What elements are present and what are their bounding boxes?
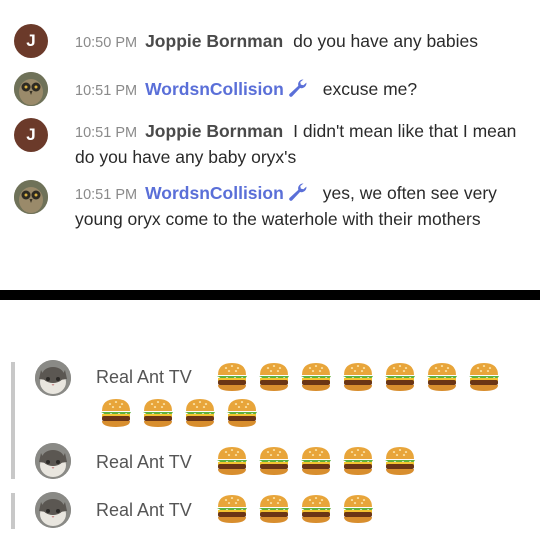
message-group-bar <box>11 445 15 479</box>
hamburger-icon <box>383 360 417 394</box>
burger-emoji-group <box>215 492 535 533</box>
burger-emoji-group <box>215 360 535 401</box>
hamburger-icon <box>215 492 249 526</box>
hamburger-icon <box>341 360 375 394</box>
hamburger-icon <box>257 360 291 394</box>
message-text: I didn't mean like that I mean do you ha… <box>75 121 517 167</box>
hamburger-icon <box>141 396 175 430</box>
hamburger-icon <box>299 444 333 478</box>
avatar[interactable] <box>35 492 71 528</box>
message-timestamp: 10:51 PM <box>75 83 138 99</box>
message-timestamp: 10:51 PM <box>75 125 138 141</box>
avatar[interactable] <box>35 443 71 479</box>
message-timestamp: 10:51 PM <box>75 187 138 203</box>
hamburger-icon <box>183 396 217 430</box>
message-timestamp: 10:50 PM <box>75 35 138 51</box>
wrench-icon <box>287 182 309 202</box>
message-group-bar <box>11 493 15 529</box>
hamburger-icon <box>215 444 249 478</box>
hamburger-icon <box>99 396 133 430</box>
cat-avatar-icon <box>35 443 71 479</box>
wrench-icon <box>287 78 309 98</box>
hamburger-icon <box>299 492 333 526</box>
username[interactable]: Real Ant TV <box>96 452 192 473</box>
owl-avatar-icon <box>14 72 48 106</box>
avatar[interactable]: J <box>14 24 48 58</box>
avatar[interactable] <box>14 180 48 214</box>
burger-emoji-group <box>99 396 419 437</box>
username[interactable]: Real Ant TV <box>96 500 192 521</box>
top-chat-log: J 10:50 PM Joppie Bornman do you have any … <box>0 0 540 290</box>
hamburger-icon <box>425 360 459 394</box>
divider <box>0 290 540 300</box>
hamburger-icon <box>383 444 417 478</box>
hamburger-icon <box>341 444 375 478</box>
owl-avatar-icon <box>14 180 48 214</box>
avatar[interactable]: J <box>14 118 48 152</box>
burger-emoji-group <box>215 444 535 485</box>
cat-avatar-icon <box>35 492 71 528</box>
hamburger-icon <box>467 360 501 394</box>
username[interactable]: Real Ant TV <box>96 367 192 388</box>
message-text: excuse me? <box>322 79 418 99</box>
avatar[interactable] <box>35 360 71 396</box>
username[interactable]: Joppie Bornman <box>145 121 283 141</box>
avatar[interactable] <box>14 72 48 106</box>
username[interactable]: WordsnCollision <box>145 79 284 99</box>
stream-chat-log: Real Ant TV Real Ant TV Real Ant TV <box>0 300 540 540</box>
hamburger-icon <box>257 444 291 478</box>
hamburger-icon <box>257 492 291 526</box>
username[interactable]: WordsnCollision <box>145 183 284 203</box>
hamburger-icon <box>225 396 259 430</box>
hamburger-icon <box>215 360 249 394</box>
message-group-bar <box>11 362 15 454</box>
cat-avatar-icon <box>35 360 71 396</box>
message-text: do you have any babies <box>293 31 479 51</box>
hamburger-icon <box>341 492 375 526</box>
username[interactable]: Joppie Bornman <box>145 31 283 51</box>
hamburger-icon <box>299 360 333 394</box>
